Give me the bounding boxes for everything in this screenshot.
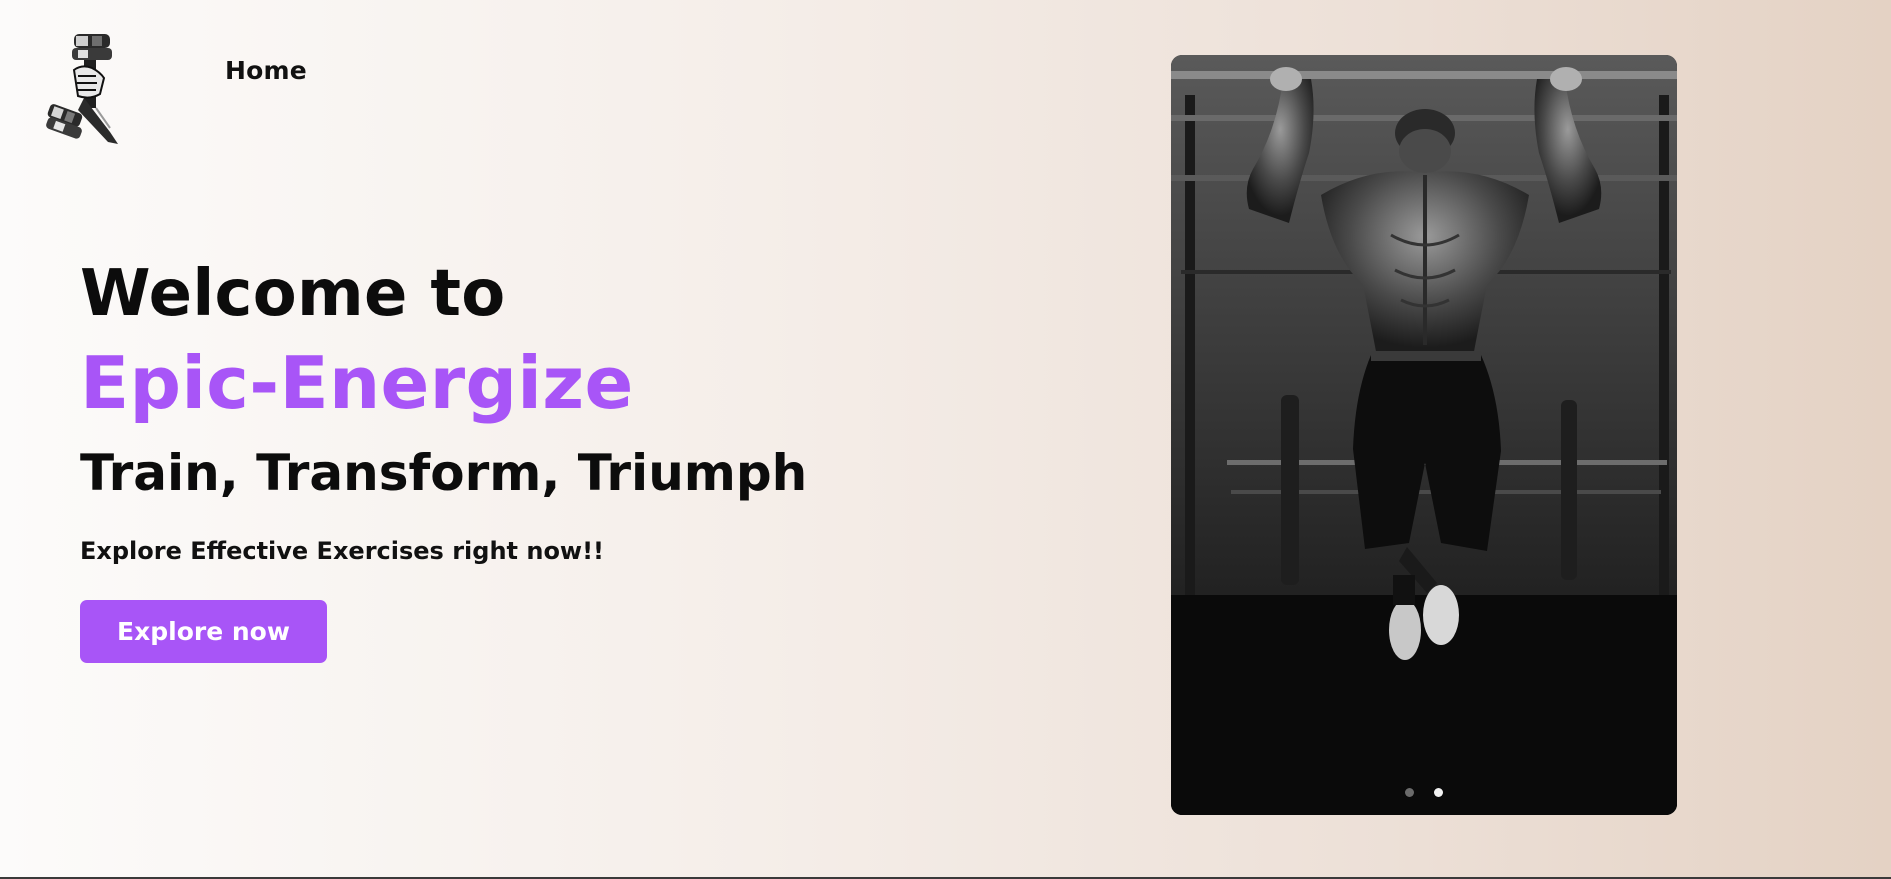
pull-up-athlete-photo (1171, 55, 1677, 815)
hero-subtitle: Explore Effective Exercises right now!! (80, 537, 604, 565)
hero-image-carousel[interactable] (1171, 55, 1677, 815)
carousel-dot-1[interactable] (1405, 788, 1414, 797)
explore-now-button[interactable]: Explore now (80, 600, 327, 663)
hero-section: Welcome to Epic-Energize Train, Transfor… (80, 256, 900, 663)
hero-welcome-heading: Welcome to (80, 257, 506, 331)
hero-brand-title: Epic-Energize (80, 341, 634, 425)
carousel-dot-2[interactable] (1434, 788, 1443, 797)
nav-home-link[interactable]: Home (225, 56, 307, 85)
dumbbell-fist-logo-icon[interactable] (44, 28, 130, 148)
carousel-indicators (1171, 788, 1677, 797)
hero-tagline: Train, Transform, Triumph (80, 444, 808, 502)
